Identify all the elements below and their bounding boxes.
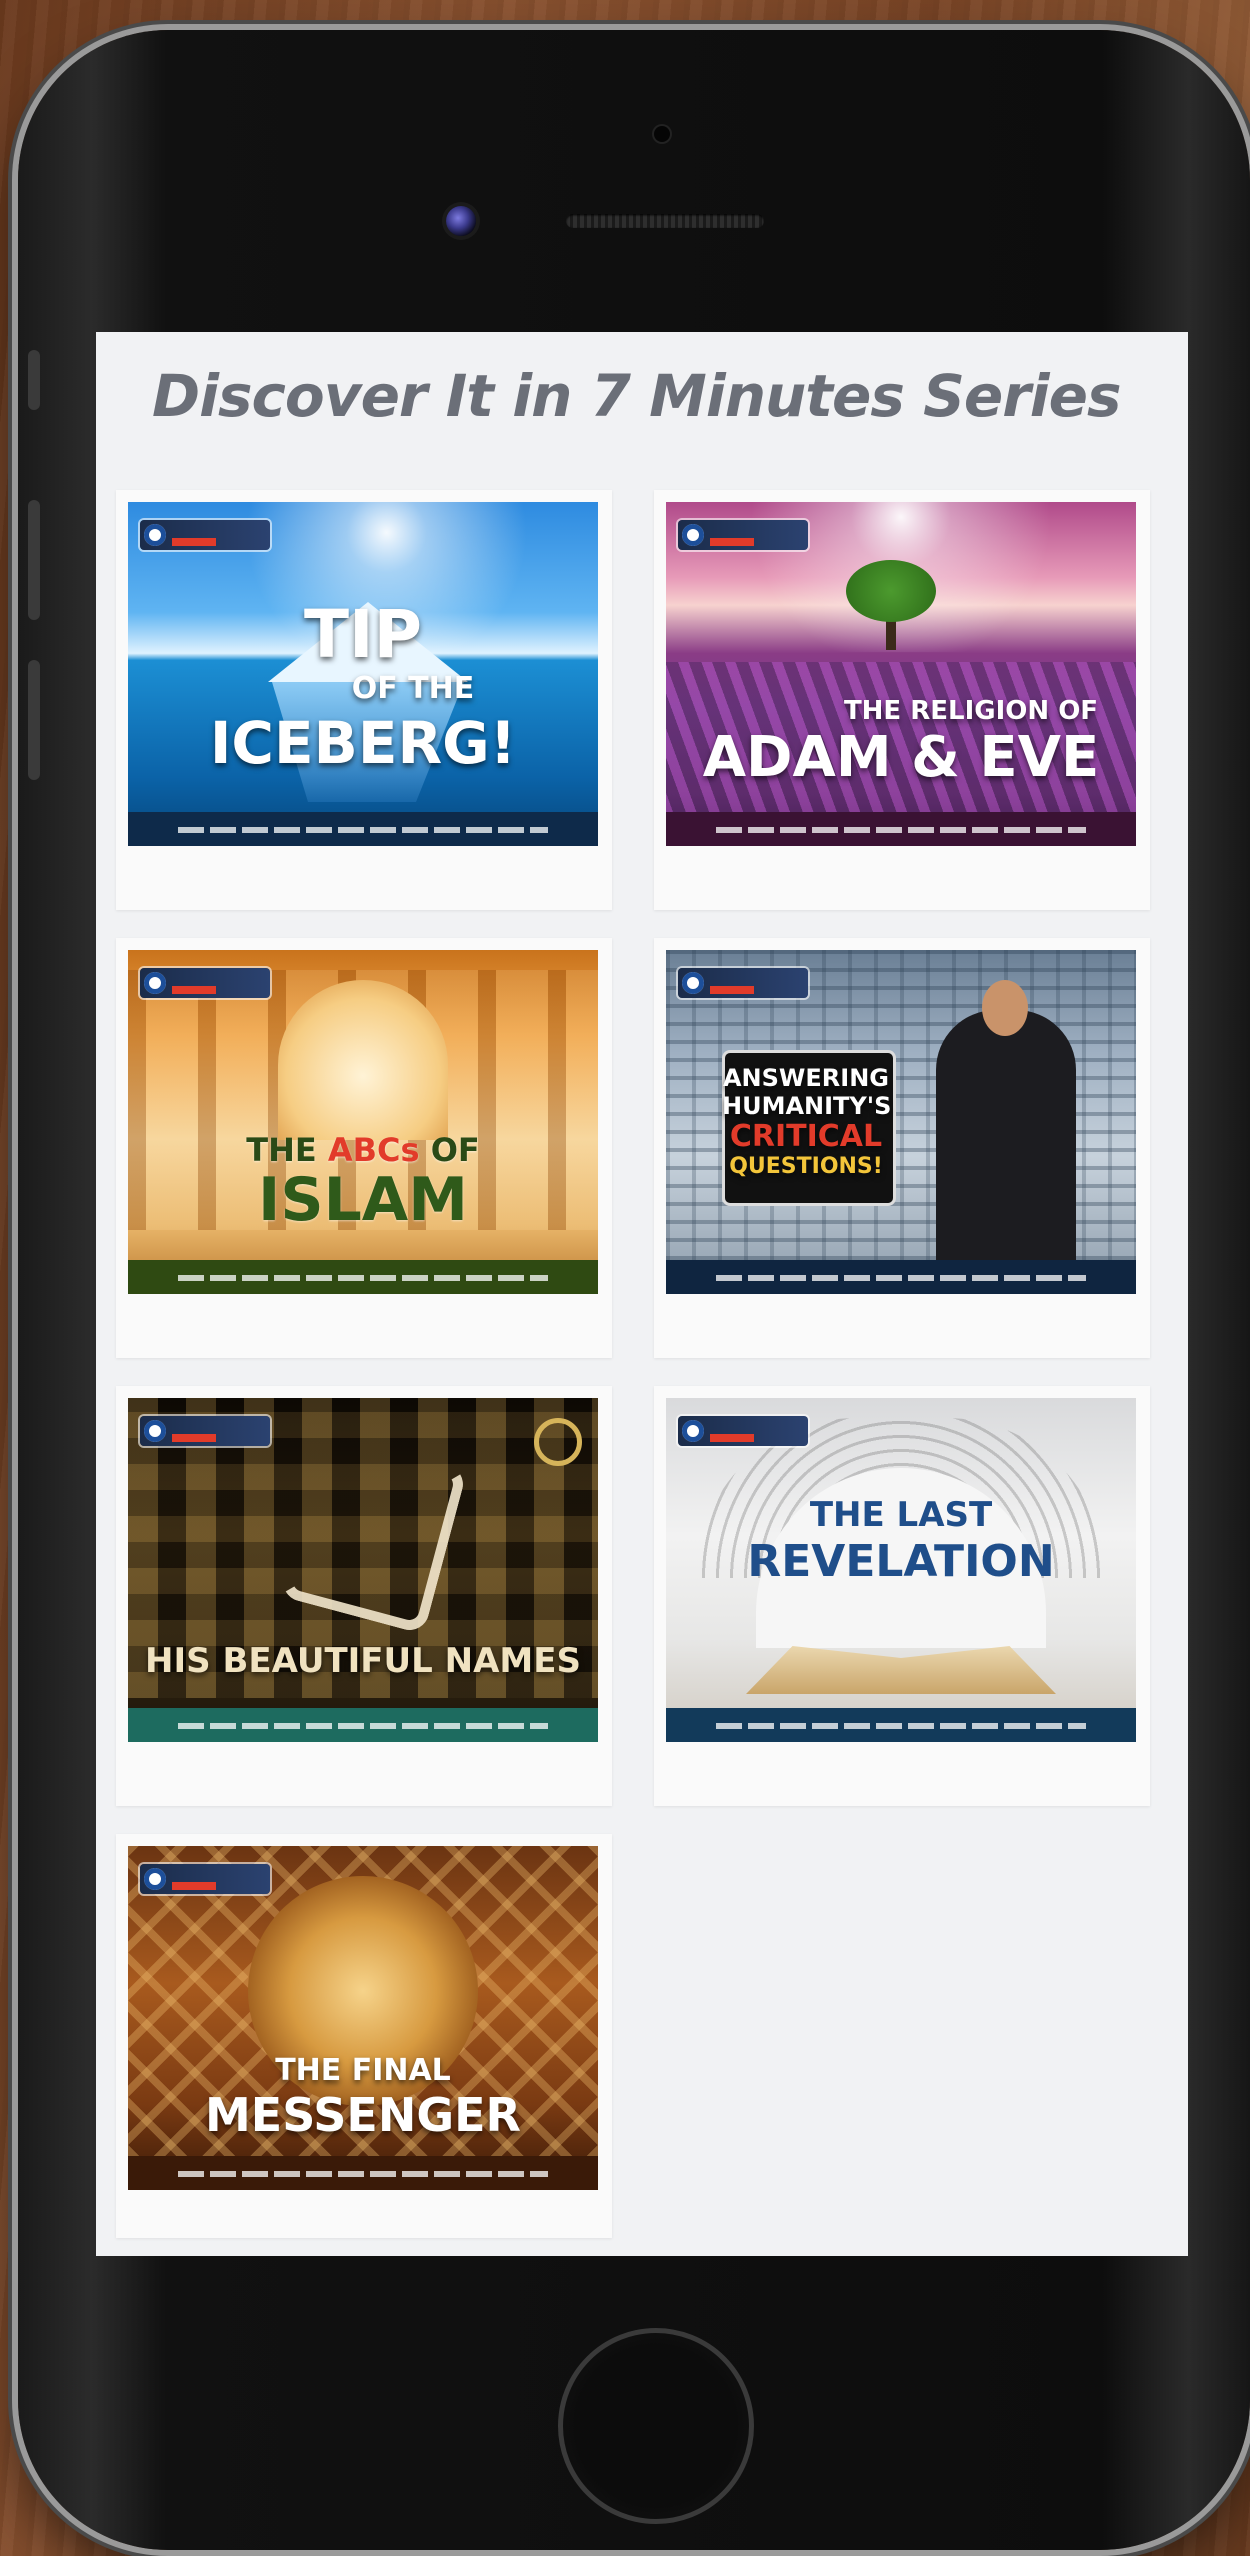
page-title: Discover It in 7 Minutes Series [152, 362, 1122, 430]
earpiece-speaker [566, 214, 764, 228]
book-cover-abcs-of-islam: THE ABCs OF ISLAM [128, 950, 598, 1294]
mute-switch [28, 350, 40, 410]
cover-title-line: MESSENGER [205, 2088, 521, 2142]
proximity-sensor [654, 126, 670, 142]
series-badge [140, 968, 270, 998]
cover-title-part: THE [246, 1131, 328, 1169]
cover-title-line: THE ABCs OF [128, 1134, 598, 1166]
series-badge [678, 520, 808, 550]
cover-title-line: QUESTIONS! [729, 1154, 883, 1179]
book-card-the-final-messenger[interactable]: THE FINAL MESSENGER [116, 1834, 612, 2238]
book-cover-religion-of-adam-and-eve: THE RELIGION OF ADAM & EVE [666, 502, 1136, 846]
series-badge [140, 1864, 270, 1894]
cover-title-line: ISLAM [258, 1165, 468, 1235]
volume-up-button [28, 500, 40, 620]
cover-title-line: ICEBERG! [209, 709, 517, 777]
front-camera [446, 206, 476, 236]
volume-down-button [28, 660, 40, 780]
book-card-religion-of-adam-and-eve[interactable]: THE RELIGION OF ADAM & EVE [654, 490, 1150, 910]
cover-title-line: ANSWERING [722, 1064, 889, 1092]
cover-title-line: HUMANITY'S [722, 1092, 892, 1120]
cover-title-line: THE LAST [809, 1495, 993, 1535]
book-card-answering-humanitys-critical-questions[interactable]: ANSWERING HUMANITY'S CRITICAL QUESTIONS! [654, 938, 1150, 1358]
series-badge [678, 968, 808, 998]
cover-title-line: REVELATION [747, 1536, 1055, 1587]
cover-title-line: HIS BEAUTIFUL NAMES [145, 1641, 581, 1681]
book-card-the-last-revelation[interactable]: THE LAST REVELATION [654, 1386, 1150, 1806]
book-cover-his-beautiful-names: HIS BEAUTIFUL NAMES [128, 1398, 598, 1742]
phone-screen: Discover It in 7 Minutes Series TIP OF T… [96, 332, 1188, 2256]
series-badge [140, 1416, 270, 1446]
cover-title-line: THE FINAL [275, 2053, 451, 2088]
book-cover-answering-humanitys-critical-questions: ANSWERING HUMANITY'S CRITICAL QUESTIONS! [666, 950, 1136, 1294]
series-badge [140, 520, 270, 550]
book-cover-the-final-messenger: THE FINAL MESSENGER [128, 1846, 598, 2190]
home-button[interactable] [558, 2328, 754, 2524]
cover-title-line: OF THE [351, 671, 475, 706]
book-card-his-beautiful-names[interactable]: HIS BEAUTIFUL NAMES [116, 1386, 612, 1806]
book-card-tip-of-the-iceberg[interactable]: TIP OF THE ICEBERG! [116, 490, 612, 910]
book-card-abcs-of-islam[interactable]: THE ABCs OF ISLAM [116, 938, 612, 1358]
book-cover-tip-of-the-iceberg: TIP OF THE ICEBERG! [128, 502, 598, 846]
cover-title-part: OF [419, 1131, 480, 1169]
cover-title-line: ADAM & EVE [702, 725, 1100, 790]
cover-title-line: CRITICAL [729, 1119, 883, 1154]
cover-title-highlight: ABCs [327, 1131, 420, 1169]
cover-title-line: THE RELIGION OF [843, 696, 1099, 726]
cover-title-line: TIP [304, 596, 422, 673]
series-badge [678, 1416, 808, 1446]
book-cover-the-last-revelation: THE LAST REVELATION [666, 1398, 1136, 1742]
